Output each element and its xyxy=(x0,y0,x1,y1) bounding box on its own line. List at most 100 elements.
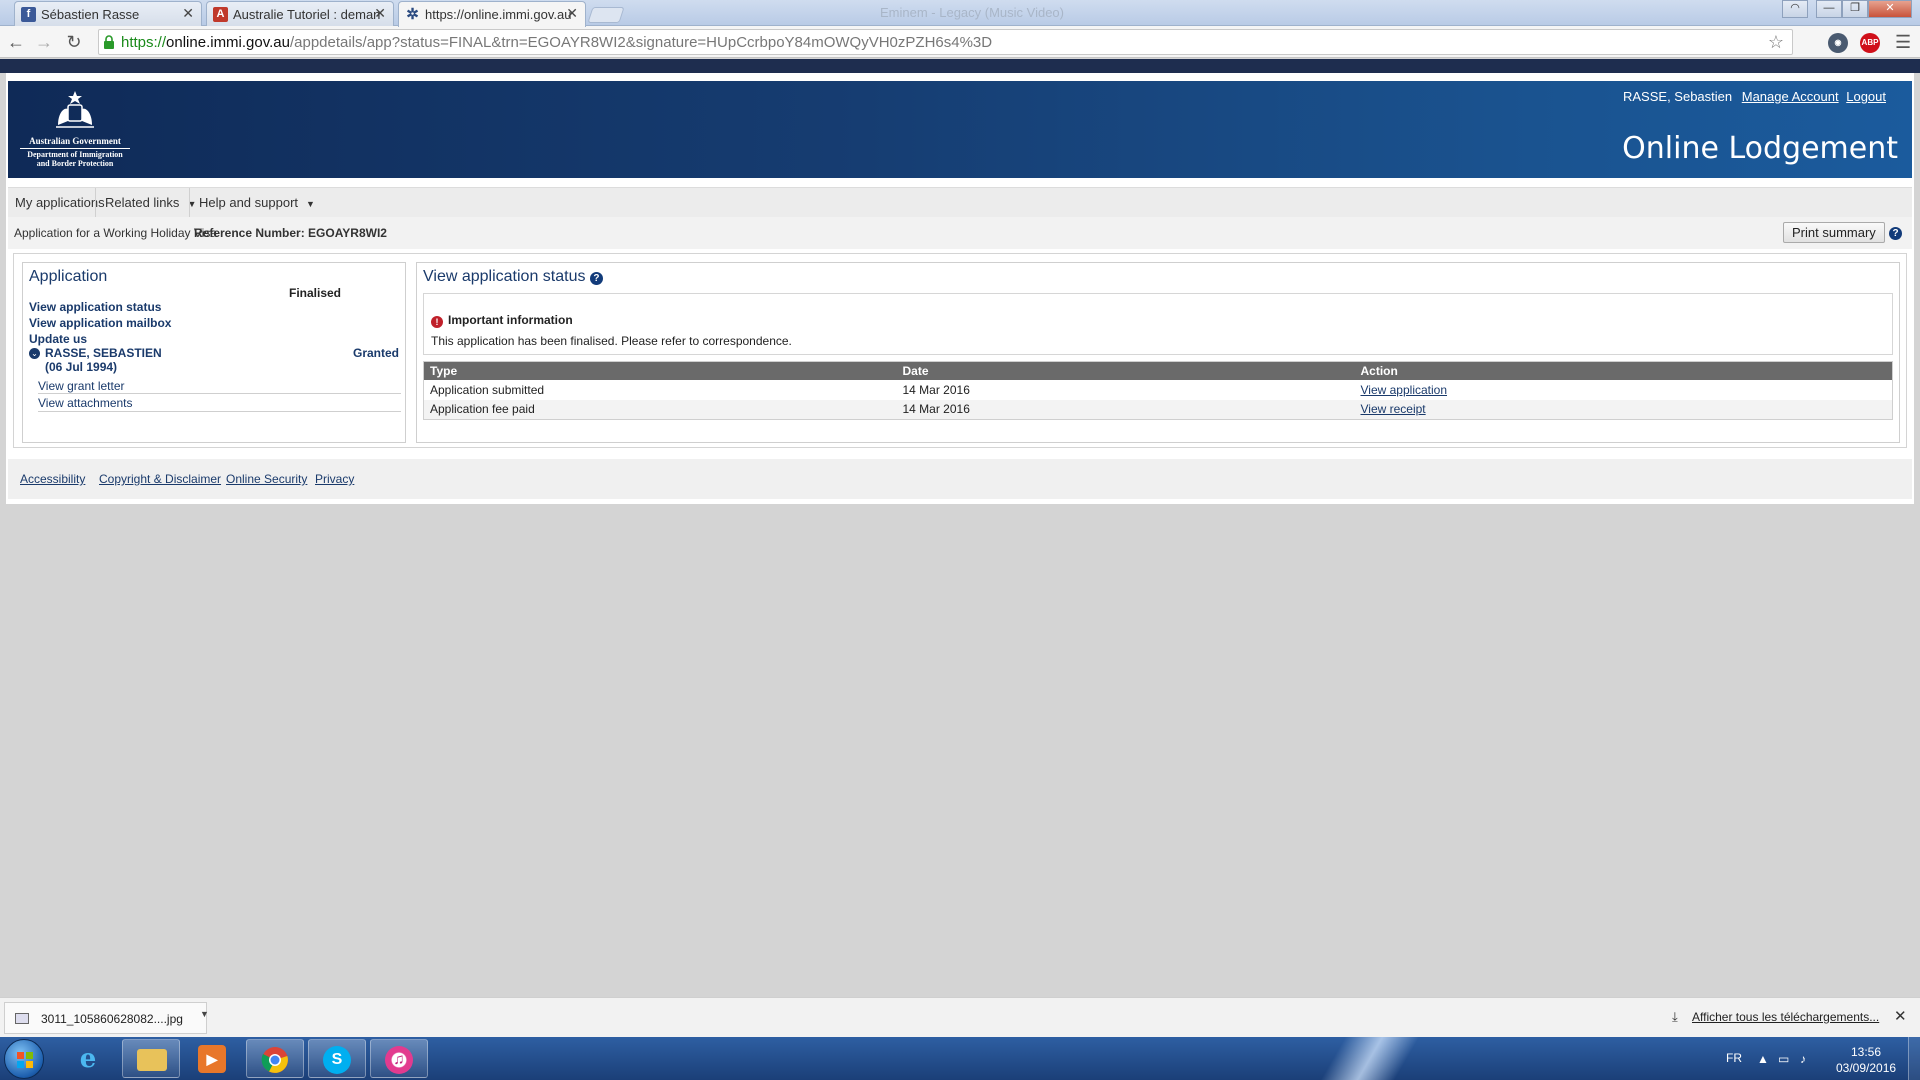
back-arrow-icon[interactable]: ← xyxy=(5,31,27,53)
footer-online-security-link[interactable]: Online Security xyxy=(226,472,307,486)
row-action: View application xyxy=(1354,379,1893,400)
volume-icon[interactable]: ♪ xyxy=(1800,1052,1806,1066)
show-desktop-button[interactable] xyxy=(1908,1037,1920,1080)
show-all-downloads-link[interactable]: Afficher tous les téléchargements... xyxy=(1692,1010,1879,1024)
user-profile-icon[interactable]: ◠ xyxy=(1782,0,1808,18)
status-table: Type Date Action Application submitted 1… xyxy=(423,361,1893,420)
applicant-name: RASSE, SEBASTIEN xyxy=(45,346,162,360)
logout-link[interactable]: Logout xyxy=(1846,89,1886,104)
application-status: Finalised xyxy=(289,286,342,300)
applicant-status: Granted xyxy=(352,346,399,360)
row-action: View receipt xyxy=(1354,399,1893,420)
start-button[interactable] xyxy=(4,1039,44,1079)
tab-facebook[interactable]: f Sébastien Rasse ✕ xyxy=(14,1,202,26)
network-icon[interactable]: ▭ xyxy=(1778,1052,1789,1066)
print-summary-button[interactable]: Print summary xyxy=(1783,222,1885,243)
minimize-icon[interactable]: — xyxy=(1816,0,1842,18)
view-attachments-link[interactable]: View attachments xyxy=(38,396,133,410)
logged-in-user: RASSE, Sebastien xyxy=(1623,89,1733,104)
show-hidden-icons-icon[interactable]: ▲ xyxy=(1757,1052,1769,1066)
eye-extension-icon[interactable]: ◉ xyxy=(1828,33,1848,53)
help-icon[interactable]: ? xyxy=(1889,227,1902,240)
tab-australie-tutoriel[interactable]: A Australie Tutoriel : deman ✕ xyxy=(206,1,394,26)
caret-down-icon: ▼ xyxy=(306,199,315,209)
taskbar-skype[interactable]: S xyxy=(308,1039,366,1078)
windows-taskbar: e ▶ S ♫ FR ▲ ▭ ♪ 13:56 03/09/2016 xyxy=(0,1037,1920,1080)
menu-divider xyxy=(95,188,96,218)
crest-department: Department of Immigration and Border Pro… xyxy=(20,148,130,168)
download-item[interactable]: 3011_105860628082....jpg ▼ xyxy=(4,1002,209,1034)
new-tab-button[interactable] xyxy=(587,7,625,23)
row-type: Application fee paid xyxy=(423,399,897,420)
important-information-box: ! Important information This application… xyxy=(423,293,1893,355)
column-header-date: Date xyxy=(896,361,1355,380)
warning-icon: ! xyxy=(431,316,443,328)
url-text: https://online.immi.gov.au/appdetails/ap… xyxy=(121,34,993,51)
chrome-icon xyxy=(261,1047,288,1073)
tab-title: https://online.immi.gov.au xyxy=(425,7,572,22)
column-header-type: Type xyxy=(423,361,897,380)
url-input[interactable]: https://online.immi.gov.au/appdetails/ap… xyxy=(98,29,1793,55)
adblock-plus-icon[interactable]: ABP xyxy=(1860,33,1880,53)
media-player-icon: ▶ xyxy=(198,1045,226,1073)
language-indicator[interactable]: FR xyxy=(1726,1051,1742,1065)
forward-arrow-icon[interactable]: → xyxy=(33,31,55,53)
panel-title: Application xyxy=(29,268,108,285)
footer-privacy-link[interactable]: Privacy xyxy=(315,472,354,486)
restore-icon[interactable]: ❐ xyxy=(1842,0,1868,18)
facebook-icon: f xyxy=(21,7,36,22)
update-us-link[interactable]: Update us xyxy=(29,332,87,346)
header-banner: Australian Government Department of Immi… xyxy=(8,81,1912,178)
collapse-chevron-icon[interactable]: ⌄ xyxy=(29,348,40,359)
view-application-mailbox-link[interactable]: View application mailbox xyxy=(29,316,171,330)
application-sidebar: Application Finalised View application s… xyxy=(22,262,406,443)
taskbar-chrome[interactable] xyxy=(246,1039,304,1078)
window-close-icon[interactable]: ✕ xyxy=(1868,0,1912,18)
windows-logo-icon xyxy=(17,1052,33,1068)
footer-accessibility-link[interactable]: Accessibility xyxy=(20,472,85,486)
government-crest-logo: Australian Government Department of Immi… xyxy=(20,89,130,169)
table-header-row: Type Date Action xyxy=(423,361,1893,380)
view-receipt-link[interactable]: View receipt xyxy=(1361,402,1426,416)
page-footer: Accessibility Copyright & Disclaimer Onl… xyxy=(8,459,1912,499)
taskbar-media-player[interactable]: ▶ xyxy=(184,1039,242,1078)
main-menu: My applications Related links ▼ Help and … xyxy=(8,187,1912,218)
help-icon[interactable]: ? xyxy=(589,272,603,285)
info-heading: Important information xyxy=(448,313,573,327)
close-downloads-icon[interactable]: ✕ xyxy=(1894,1007,1907,1025)
application-type: Application for a Working Holiday Visa xyxy=(14,226,217,240)
footer-copyright-link[interactable]: Copyright & Disclaimer xyxy=(99,472,221,486)
tab-title: Sébastien Rasse xyxy=(41,7,140,22)
clock-date[interactable]: 03/09/2016 xyxy=(1836,1061,1896,1075)
user-bar: RASSE, Sebastien Manage Account Logout xyxy=(1623,89,1886,104)
close-icon[interactable]: ✕ xyxy=(374,5,386,22)
page: Australian Government Department of Immi… xyxy=(6,73,1914,504)
download-menu-chevron-icon[interactable]: ▼ xyxy=(200,1009,209,1019)
bookmark-star-icon[interactable]: ☆ xyxy=(1768,32,1784,53)
row-type: Application submitted xyxy=(423,379,897,400)
menu-related-links[interactable]: Related links ▼ xyxy=(105,195,196,210)
close-icon[interactable]: ✕ xyxy=(182,5,194,22)
crest-title: Australian Government xyxy=(29,136,121,146)
applicant-dob: (06 Jul 1994) xyxy=(45,360,118,374)
view-application-status-link[interactable]: View application status xyxy=(29,300,161,314)
view-grant-letter-link[interactable]: View grant letter xyxy=(38,379,125,393)
reload-icon[interactable]: ↻ xyxy=(63,31,85,53)
taskbar-file-explorer[interactable] xyxy=(122,1039,180,1078)
close-icon[interactable]: ✕ xyxy=(566,5,578,22)
manage-account-link[interactable]: Manage Account xyxy=(1742,89,1839,104)
divider xyxy=(38,411,401,412)
browser-menu-icon[interactable]: ☰ xyxy=(1895,32,1911,53)
menu-my-applications[interactable]: My applications xyxy=(15,195,105,210)
menu-divider xyxy=(189,188,190,218)
tab-immi-active[interactable]: ✲ https://online.immi.gov.au ✕ xyxy=(398,1,586,27)
pdf-icon: A xyxy=(213,7,228,22)
view-application-link[interactable]: View application xyxy=(1361,383,1448,397)
reference-number: Reference Number: EGOAYR8WI2 xyxy=(194,226,387,240)
taskbar-itunes[interactable]: ♫ xyxy=(370,1039,428,1078)
status-panel-title: View application status ? xyxy=(423,268,603,286)
taskbar-internet-explorer[interactable]: e xyxy=(60,1039,118,1078)
clock-time[interactable]: 13:56 xyxy=(1851,1045,1881,1059)
divider xyxy=(38,393,401,394)
menu-help-and-support[interactable]: Help and support ▼ xyxy=(199,195,315,210)
